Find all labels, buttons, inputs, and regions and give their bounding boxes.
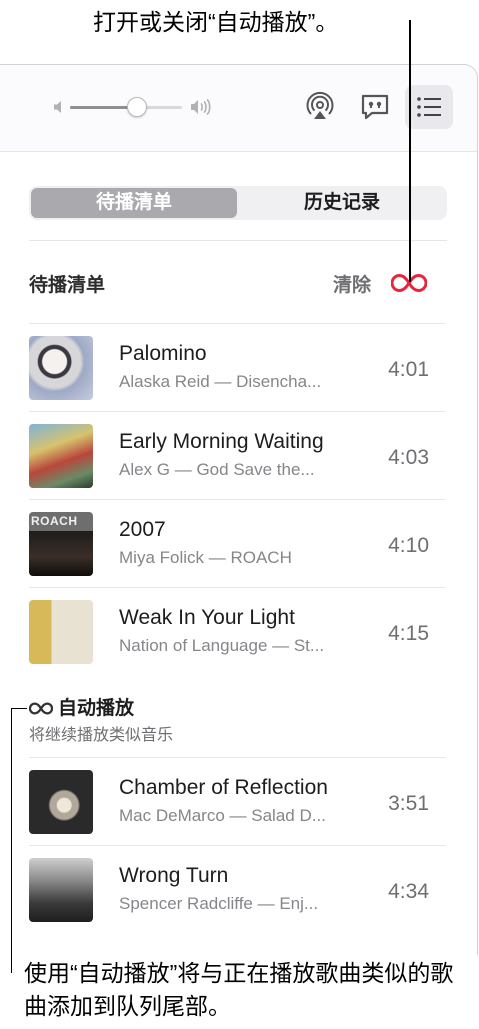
- tab-history[interactable]: 历史记录: [239, 188, 445, 218]
- track-duration: 3:51: [388, 792, 429, 815]
- album-art: [29, 770, 93, 834]
- track-duration: 4:10: [388, 534, 429, 557]
- album-art: [29, 424, 93, 488]
- album-art: ROACH: [29, 512, 93, 576]
- queue-list-icon: [417, 97, 441, 117]
- track-duration: 4:15: [388, 622, 429, 645]
- track-artist-album: Miya Folick — ROACH: [119, 548, 292, 567]
- queue-track[interactable]: Palomino Alaska Reid — Disencha... 4:01: [29, 324, 445, 412]
- autoplay-track[interactable]: Chamber of Reflection Mac DeMarco — Sala…: [29, 758, 445, 846]
- track-artist-album: Alex G — God Save the...: [119, 460, 315, 479]
- volume-slider-knob[interactable]: [127, 97, 148, 117]
- infinity-icon: [29, 702, 53, 715]
- track-duration: 4:03: [388, 446, 429, 469]
- queue-track[interactable]: ROACH 2007 Miya Folick — ROACH 4:10: [29, 500, 445, 588]
- album-art-text: ROACH: [31, 514, 78, 528]
- track-title: Weak In Your Light: [119, 606, 295, 629]
- volume-high-icon: [191, 98, 211, 116]
- queue-track[interactable]: Weak In Your Light Nation of Language — …: [29, 588, 445, 676]
- toolbar: [0, 65, 477, 152]
- segmented-control: 待播清单 历史记录: [29, 186, 447, 220]
- airplay-icon[interactable]: [304, 91, 336, 123]
- callout-bracket: [11, 708, 27, 973]
- queue-panel: 待播清单 历史记录 待播清单 清除 Palomino Alaska Reid —…: [0, 64, 478, 955]
- track-artist-album: Alaska Reid — Disencha...: [119, 372, 322, 391]
- lyrics-icon[interactable]: [359, 91, 391, 123]
- autoplay-track[interactable]: Wrong Turn Spencer Radcliffe — Enj... 4:…: [29, 846, 445, 934]
- track-duration: 4:34: [388, 880, 429, 903]
- track-title: Early Morning Waiting: [119, 430, 324, 453]
- track-duration: 4:01: [388, 358, 429, 381]
- tab-up-next[interactable]: 待播清单: [31, 188, 237, 218]
- track-title: Palomino: [119, 342, 207, 365]
- autoplay-section-subtitle: 将继续播放类似音乐: [29, 727, 174, 744]
- clear-button[interactable]: 清除: [333, 270, 371, 297]
- album-art: [29, 600, 93, 664]
- track-artist-album: Nation of Language — St...: [119, 636, 325, 655]
- callout-line: [409, 20, 411, 282]
- queue-list-button[interactable]: [405, 85, 453, 129]
- track-artist-album: Spencer Radcliffe — Enj...: [119, 894, 319, 913]
- queue-track[interactable]: Early Morning Waiting Alex G — God Save …: [29, 412, 445, 500]
- volume-low-icon: [54, 101, 61, 113]
- volume-slider[interactable]: [70, 106, 182, 109]
- track-title: Chamber of Reflection: [119, 776, 328, 799]
- track-artist-album: Mac DeMarco — Salad D...: [119, 806, 326, 825]
- queue-header: 待播清单: [29, 275, 106, 296]
- album-art: [29, 336, 93, 400]
- autoplay-section-title: 自动播放: [58, 698, 135, 719]
- track-title: 2007: [119, 518, 166, 541]
- callout-autoplay-toggle: 打开或关闭“自动播放”。: [93, 9, 339, 35]
- track-title: Wrong Turn: [119, 864, 229, 887]
- divider: [29, 240, 447, 241]
- album-art: [29, 858, 93, 922]
- callout-autoplay-description: 使用“自动播放”将与正在播放歌曲类似的歌曲添加到队列尾部。: [24, 960, 454, 1019]
